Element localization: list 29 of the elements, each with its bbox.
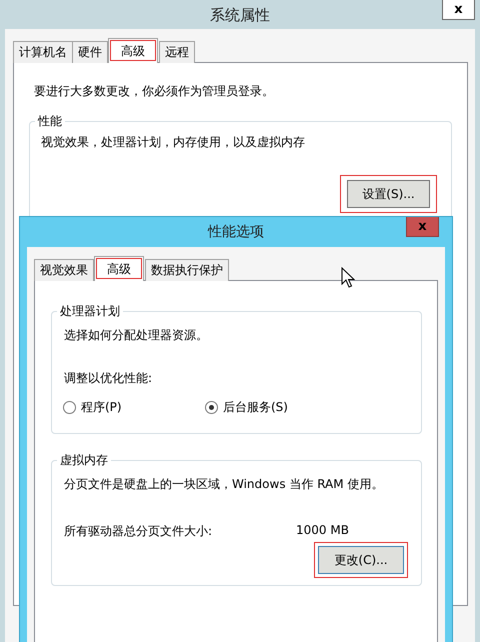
paging-size-label: 所有驱动器总分页文件大小: xyxy=(64,523,214,540)
radio-label: 后台服务(S) xyxy=(223,399,288,416)
tab[interactable]: 计算机名 xyxy=(13,41,73,63)
group-label: 性能 xyxy=(36,113,63,130)
optimize-label: 调整以优化性能: xyxy=(63,370,154,387)
radio-option[interactable]: 后台服务(S) xyxy=(205,399,347,416)
window-title: 系统属性 xyxy=(210,6,270,25)
dialog-title: 性能选项 xyxy=(208,223,264,241)
tab[interactable]: 硬件 xyxy=(72,41,108,63)
group-label: 虚拟内存 xyxy=(59,452,109,469)
paging-description: 分页文件是硬盘上的一块区域，Windows 当作 RAM 使用。 xyxy=(63,476,384,493)
group-label: 处理器计划 xyxy=(59,303,121,320)
settings-button[interactable]: 设置(S)... xyxy=(347,180,430,208)
tab[interactable]: 视觉效果 xyxy=(34,259,94,281)
radio-icon[interactable] xyxy=(63,401,76,414)
tab[interactable]: 高级 xyxy=(108,38,158,63)
tab[interactable]: 数据执行保护 xyxy=(145,259,229,281)
radio-label: 程序(P) xyxy=(81,399,122,416)
radio-icon[interactable] xyxy=(205,401,218,414)
tab[interactable]: 远程 xyxy=(159,41,195,63)
paging-size-value: 1000 MB xyxy=(296,523,349,539)
radio-option[interactable]: 程序(P) xyxy=(63,399,205,416)
processor-description: 选择如何分配处理器资源。 xyxy=(63,327,209,344)
change-button[interactable]: 更改(C)... xyxy=(318,546,404,574)
close-button[interactable]: x xyxy=(442,0,475,20)
close-button[interactable]: x xyxy=(406,217,439,237)
admin-notice: 要进行大多数更改，你必须作为管理员登录。 xyxy=(33,83,275,100)
tab[interactable]: 高级 xyxy=(94,256,144,281)
performance-description: 视觉效果，处理器计划，内存使用，以及虚拟内存 xyxy=(41,134,306,151)
